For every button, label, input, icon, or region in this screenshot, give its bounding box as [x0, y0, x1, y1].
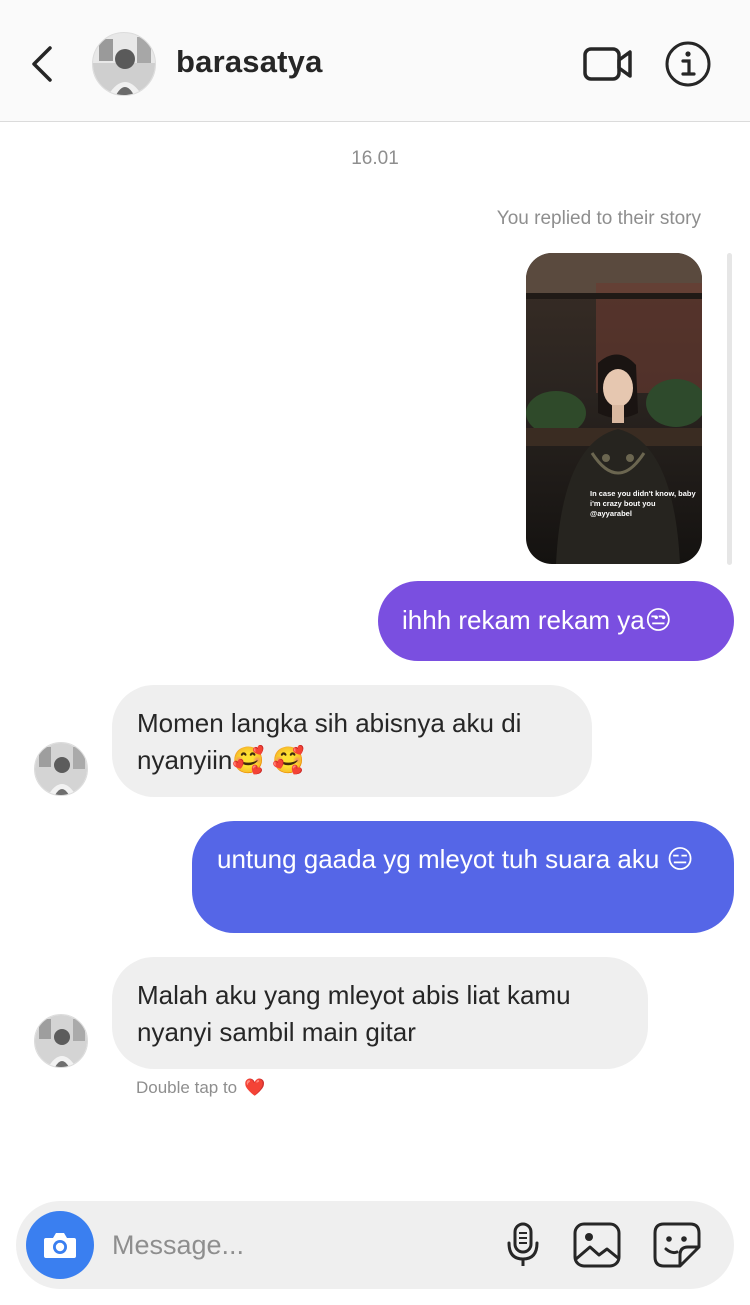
- sticker-button[interactable]: [652, 1221, 702, 1269]
- message-text: untung gaada yg mleyot tuh suara aku 😑: [217, 844, 694, 874]
- story-thumbnail[interactable]: In case you didn't know, baby i'm crazy …: [526, 253, 702, 564]
- video-camera-icon: [583, 47, 632, 81]
- message-text: Momen langka sih abisnya aku di nyanyiin…: [137, 708, 522, 775]
- message-bubble-incoming[interactable]: Malah aku yang mleyot abis liat kamu nya…: [112, 957, 648, 1069]
- camera-icon: [44, 1233, 76, 1258]
- camera-button[interactable]: [26, 1211, 94, 1279]
- double-tap-label: Double tap to: [136, 1078, 238, 1097]
- info-button[interactable]: [664, 40, 712, 88]
- info-icon: [665, 41, 711, 87]
- message-composer: [16, 1201, 734, 1289]
- image-icon: [573, 1222, 621, 1268]
- message-timestamp: 16.01: [351, 148, 399, 169]
- chat-username[interactable]: barasatya: [176, 44, 323, 80]
- message-text: Malah aku yang mleyot abis liat kamu nya…: [137, 980, 571, 1047]
- back-button[interactable]: [26, 42, 62, 86]
- gallery-button[interactable]: [572, 1221, 622, 1269]
- message-input[interactable]: [112, 1223, 472, 1267]
- profile-avatar[interactable]: [92, 32, 156, 96]
- video-call-button[interactable]: [582, 44, 634, 84]
- message-bubble-outgoing[interactable]: untung gaada yg mleyot tuh suara aku 😑: [192, 821, 734, 933]
- sender-avatar[interactable]: [34, 1014, 88, 1068]
- chat-header: barasatya: [0, 0, 750, 122]
- message-bubble-outgoing[interactable]: ihhh rekam rekam ya😒: [378, 581, 734, 661]
- message-bubble-incoming[interactable]: Momen langka sih abisnya aku di nyanyiin…: [112, 685, 592, 797]
- heart-icon: ❤️: [244, 1078, 266, 1097]
- sticker-icon: [653, 1222, 701, 1268]
- story-caption: In case you didn't know, baby i'm crazy …: [590, 489, 696, 518]
- double-tap-hint: Double tap to ❤️: [136, 1078, 265, 1098]
- sender-avatar[interactable]: [34, 742, 88, 796]
- microphone-icon: [507, 1222, 539, 1266]
- chevron-left-icon: [32, 46, 52, 82]
- story-reply-note: You replied to their story: [496, 208, 701, 229]
- message-text: ihhh rekam rekam ya😒: [402, 605, 672, 635]
- scrollbar[interactable]: [727, 253, 732, 565]
- voice-message-button[interactable]: [503, 1221, 543, 1269]
